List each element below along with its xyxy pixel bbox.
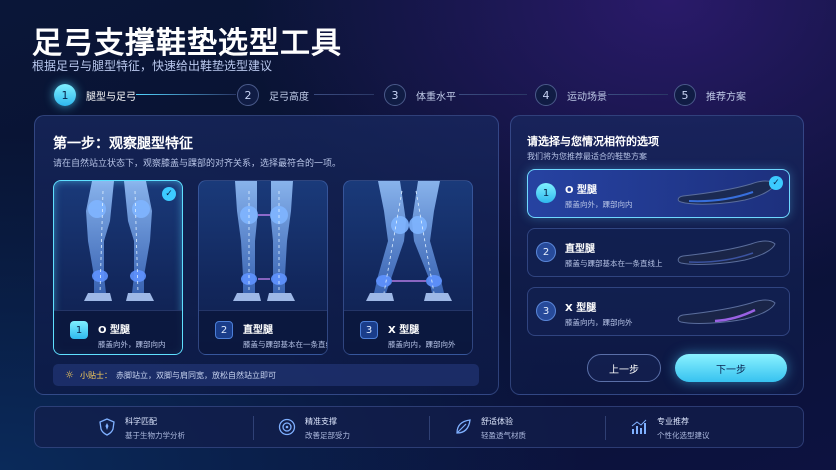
divider [605, 416, 606, 440]
option-number: 1 [536, 183, 556, 203]
page-subtitle: 根据足弓与腿型特征，快速给出鞋垫选型建议 [32, 59, 273, 73]
leaf-icon [456, 419, 471, 434]
chart-icon [631, 419, 647, 434]
tip-text: 赤脚站立，双脚与肩同宽，放松自然站立即可 [115, 370, 276, 380]
option-o-type[interactable]: 1 O 型腿 膝盖向外，踝部向内 ✓ [527, 169, 790, 218]
step-label: 腿型与足弓 [86, 91, 136, 103]
feature-subtitle: 轻盈透气材质 [481, 431, 526, 440]
step-3[interactable]: 3 体重水平 [384, 83, 456, 107]
feature-item: 精准支撑 改善足部受力 [277, 407, 467, 449]
lightbulb-icon: ☼ [65, 369, 74, 381]
leg-card-o-type[interactable]: ✓ 1 O 型腿 膝盖向外，踝部向内 [53, 180, 183, 355]
feature-subtitle: 个性化选型建议 [657, 431, 710, 440]
insole-image [677, 299, 776, 324]
shield-icon [99, 418, 115, 436]
option-x-type[interactable]: 3 X 型腿 膝盖向内，踝部向外 [527, 287, 790, 336]
divider [429, 416, 430, 440]
page-title: 足弓支撑鞋垫选型工具 [32, 26, 342, 61]
o-leg-illustration [84, 181, 154, 301]
card-footer: 3 X 型腿 膝盖向内，踝部向外 [344, 310, 472, 354]
previous-button[interactable]: 上一步 [587, 354, 661, 382]
tip-bar: ☼ 小贴士： 赤脚站立，双脚与肩同宽，放松自然站立即可 [53, 364, 479, 386]
step-label: 足弓高度 [269, 91, 309, 103]
panel-description: 我们将为您推荐最适合的鞋垫方案 [527, 152, 647, 161]
step-number: 2 [237, 84, 259, 106]
step-2[interactable]: 2 足弓高度 [237, 83, 309, 107]
feature-title: 专业推荐 [657, 417, 689, 426]
feature-title: 科学匹配 [125, 417, 157, 426]
feature-item: 专业推荐 个性化选型建议 [629, 407, 819, 449]
option-description: 膝盖向内，踝部向外 [565, 318, 633, 327]
card-name: X 型腿 [388, 325, 420, 336]
straight-leg-illustration [233, 181, 295, 301]
features-bar: 科学匹配 基于生物力学分析 精准支撑 改善足部受力 舒适体验 轻盈透气材质 专业… [34, 406, 804, 448]
step-number: 4 [535, 84, 557, 106]
divider [253, 416, 254, 440]
feature-subtitle: 改善足部受力 [305, 431, 350, 440]
option-straight-type[interactable]: 2 直型腿 膝盖与踝部基本在一条直线上 [527, 228, 790, 277]
selected-check-icon: ✓ [162, 187, 176, 201]
card-number: 1 [70, 321, 88, 339]
option-name: X 型腿 [565, 303, 597, 314]
card-name: 直型腿 [243, 325, 273, 336]
card-description: 膝盖向内，踝部向外 [388, 340, 456, 349]
tip-label: 小贴士： [79, 370, 112, 380]
step-connector [314, 94, 374, 95]
option-name: O 型腿 [565, 185, 597, 196]
card-name: O 型腿 [98, 325, 130, 336]
leg-type-panel: 第一步：观察腿型特征 请在自然站立状态下，观察膝盖与踝部的对齐关系，选择最符合的… [34, 115, 499, 395]
option-number: 2 [536, 242, 556, 262]
panel-title: 第一步：观察腿型特征 [53, 136, 193, 152]
target-icon [278, 418, 296, 436]
card-footer: 2 直型腿 膝盖与踝部基本在一条直线上 [199, 310, 327, 354]
option-name: 直型腿 [565, 244, 595, 255]
selection-panel: 请选择与您情况相符的选项 我们将为您推荐最适合的鞋垫方案 1 O 型腿 膝盖向外… [510, 115, 804, 395]
card-number: 2 [215, 321, 233, 339]
step-number: 3 [384, 84, 406, 106]
feature-item: 科学匹配 基于生物力学分析 [97, 407, 287, 449]
insole-image [677, 180, 776, 205]
feature-subtitle: 基于生物力学分析 [125, 431, 185, 440]
card-number: 3 [360, 321, 378, 339]
step-connector [136, 94, 236, 95]
panel-description: 请在自然站立状态下，观察膝盖与踝部的对齐关系，选择最符合的一项。 [53, 159, 342, 169]
step-number: 5 [674, 84, 696, 106]
step-number: 1 [54, 84, 76, 106]
step-5[interactable]: 5 推荐方案 [674, 83, 746, 107]
x-leg-illustration [366, 181, 452, 301]
panel-title: 请选择与您情况相符的选项 [527, 135, 659, 148]
option-description: 膝盖与踝部基本在一条直线上 [565, 259, 663, 268]
step-label: 体重水平 [416, 91, 456, 103]
step-4[interactable]: 4 运动场景 [535, 83, 607, 107]
feature-title: 精准支撑 [305, 417, 337, 426]
option-number: 3 [536, 301, 556, 321]
feature-title: 舒适体验 [481, 417, 513, 426]
next-button[interactable]: 下一步 [675, 354, 787, 382]
step-connector [608, 94, 668, 95]
card-description: 膝盖与踝部基本在一条直线上 [243, 340, 327, 349]
card-description: 膝盖向外，踝部向内 [98, 340, 166, 349]
step-label: 运动场景 [567, 91, 607, 103]
stepper: 1 腿型与足弓 2 足弓高度 3 体重水平 4 运动场景 5 推荐方案 [54, 83, 754, 107]
step-connector [459, 94, 527, 95]
step-label: 推荐方案 [706, 91, 746, 103]
leg-card-x-type[interactable]: 3 X 型腿 膝盖向内，踝部向外 [343, 180, 473, 355]
insole-image [677, 240, 776, 265]
option-description: 膝盖向外，踝部向内 [565, 200, 633, 209]
selected-check-icon: ✓ [769, 176, 783, 190]
feature-item: 舒适体验 轻盈透气材质 [453, 407, 643, 449]
card-footer: 1 O 型腿 膝盖向外，踝部向内 [54, 310, 182, 354]
app-root: 足弓支撑鞋垫选型工具 根据足弓与腿型特征，快速给出鞋垫选型建议 1 腿型与足弓 … [0, 0, 836, 470]
step-1[interactable]: 1 腿型与足弓 [54, 83, 136, 107]
leg-card-straight-type[interactable]: 2 直型腿 膝盖与踝部基本在一条直线上 [198, 180, 328, 355]
